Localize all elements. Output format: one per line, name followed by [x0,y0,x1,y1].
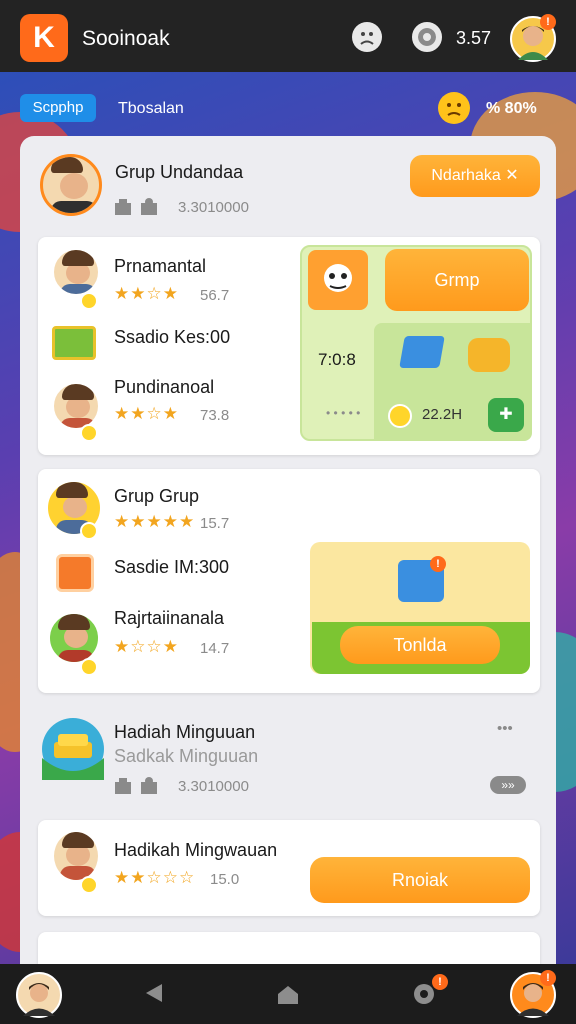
progress-percent: % 80% [486,100,537,117]
back-icon[interactable] [144,980,164,1011]
player-score: 56.7 [200,287,230,304]
reward-label: Sasdie IM:300 [114,557,230,577]
group-name[interactable]: Grup Grup [114,486,199,507]
weekly-reward-icon [42,718,104,780]
mood-icon [438,92,470,124]
countdown-timer: 7:0:8 [318,350,356,369]
notification-badge: ! [540,14,556,30]
rating-stars: ★★☆☆☆ [114,868,196,887]
level-badge-icon [80,658,98,676]
member-icons [115,197,159,221]
reward-amount: 22.2H [422,406,463,423]
app-logo[interactable]: K [20,14,68,62]
weekly-card-title: Hadikah Mingwauan [114,840,278,860]
player-score: 73.8 [200,407,230,424]
weekly-subtitle: Sadkak Minguuan [114,746,259,766]
level-badge-icon [80,522,98,540]
money-icon [52,326,96,360]
rating-stars: ★★★★★ [114,512,196,531]
level-badge-icon [80,424,98,442]
level-badge-icon [80,292,98,310]
player-avatar[interactable] [52,248,100,296]
pagination-dots: • • • • • [326,406,361,420]
coin-icon [412,22,442,52]
weekly-title: Hadiah Minguuan [114,722,256,742]
action-button-label: Ndarhaka [431,167,501,184]
bottom-nav-bar: ! ! [0,964,576,1024]
weekly-count: 3.3010000 [178,778,249,795]
group-avatar[interactable] [40,154,102,216]
sad-face-icon[interactable] [352,22,382,52]
weekly-claim-button[interactable]: Rnoiak [310,857,530,903]
player-avatar[interactable] [52,830,100,882]
group-join-button[interactable]: Grmp [385,249,529,311]
player-score: 15.7 [200,515,230,532]
filter-bar: Scpphp Tbosalan % 80% [20,92,556,126]
claim-button[interactable]: Tonlda [340,626,500,664]
top-app-bar: K Sooinoak 3.57 ! [0,0,576,72]
group-title: Grup Undandaa [115,162,244,182]
close-icon[interactable]: ✕ [505,167,518,184]
rating-stars: ★★☆★ [114,404,179,423]
rating-stars: ★★☆★ [114,284,179,303]
reward-label: Ssadio Kes:00 [114,327,231,347]
notification-badge: ! [432,974,448,990]
notification-badge: ! [430,556,446,572]
level-badge-icon [80,876,98,894]
tab-secondary[interactable]: Tbosalan [118,100,184,118]
coin-icon [388,404,412,428]
more-options-icon[interactable]: ••• [497,720,513,737]
member-icons [115,776,159,800]
player-name[interactable]: Rajrtaiinanala [114,608,224,629]
notification-badge: ! [540,970,556,986]
next-card [38,932,540,964]
profile-avatar[interactable] [16,972,62,1018]
chest-icon [399,336,445,368]
player-score: 14.7 [200,640,230,657]
coin-balance: 3.57 [456,28,492,48]
app-title: Sooinoak [82,27,170,50]
player-name[interactable]: Pundinanoal [114,377,214,398]
rating-stars: ★☆☆★ [114,637,179,656]
player-score: 15.0 [210,871,240,888]
cup-icon [56,554,94,592]
player-avatar[interactable] [48,612,100,664]
tab-active[interactable]: Scpphp [20,94,96,122]
player-avatar[interactable] [52,382,100,430]
leader-avatar[interactable] [308,250,368,310]
group-count: 3.3010000 [178,199,249,216]
action-button[interactable]: Ndarhaka ✕ [410,155,540,197]
player-name[interactable]: Prnamantal [114,256,206,277]
gold-bars-icon [468,338,510,372]
add-button[interactable]: ✚ [488,398,524,432]
home-icon[interactable] [276,982,300,1013]
next-pill-button[interactable]: »» [490,776,526,794]
